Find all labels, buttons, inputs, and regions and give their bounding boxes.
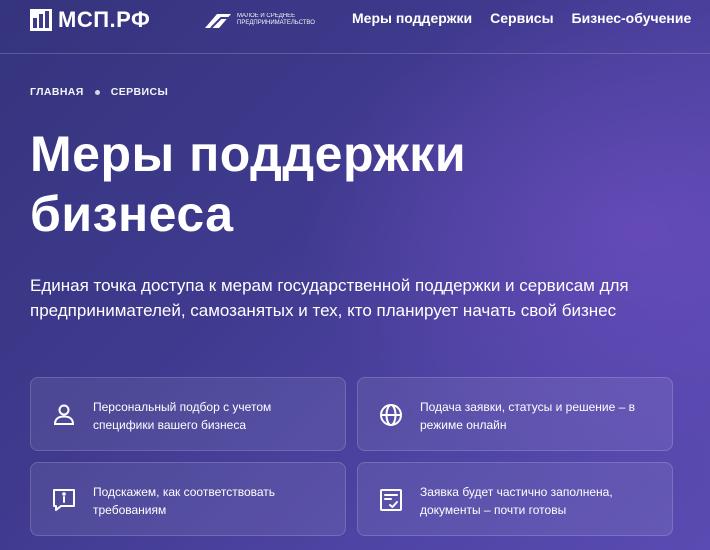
feature-card-personal: Персональный подбор с учетом специфики в… (30, 377, 346, 451)
partner-logo[interactable]: Малое и среднее предпринимательство (203, 9, 327, 31)
breadcrumb-services[interactable]: СЕРВИСЫ (111, 86, 168, 98)
feature-card-online: Подача заявки, статусы и решение – в реж… (357, 377, 673, 451)
info-chat-icon (53, 489, 75, 511)
feature-text: Персональный подбор с учетом специфики в… (93, 400, 272, 432)
partner-mark-icon (205, 14, 231, 29)
logo-mark-icon (30, 9, 52, 31)
page-title: Меры поддержки бизнеса (30, 124, 670, 244)
globe-icon (380, 404, 402, 426)
feature-text: Подача заявки, статусы и решение – в реж… (420, 400, 636, 432)
nav-item-education[interactable]: Бизнес-обучение (572, 10, 692, 26)
user-icon (53, 404, 75, 425)
page-title-line-2: бизнеса (30, 186, 234, 242)
logo-text: МСП.РФ (58, 7, 151, 32)
breadcrumb-home[interactable]: ГЛАВНАЯ (30, 86, 84, 98)
site-header: МСП.РФ Малое и среднее предпринимательст… (0, 0, 710, 54)
feature-card-prefilled: Заявка будет частично заполнена, докумен… (357, 462, 673, 536)
main-nav: Меры поддержки Сервисы Бизнес-обучение (352, 10, 691, 26)
checklist-icon (380, 489, 402, 511)
feature-text: Заявка будет частично заполнена, докумен… (420, 485, 613, 517)
feature-text: Подскажем, как соответствовать требовани… (93, 485, 276, 517)
breadcrumb-separator (94, 89, 100, 95)
partner-text: Малое и среднее предпринимательство (237, 13, 315, 26)
page-title-line-1: Меры поддержки (30, 126, 467, 182)
site-logo[interactable]: МСП.РФ (30, 8, 150, 32)
page-subtitle: Единая точка доступа к мерам государстве… (30, 276, 629, 320)
breadcrumb: ГЛАВНАЯ СЕРВИСЫ (30, 86, 168, 98)
nav-item-support[interactable]: Меры поддержки (352, 10, 472, 26)
feature-card-requirements: Подскажем, как соответствовать требовани… (30, 462, 346, 536)
nav-item-services[interactable]: Сервисы (490, 10, 553, 26)
